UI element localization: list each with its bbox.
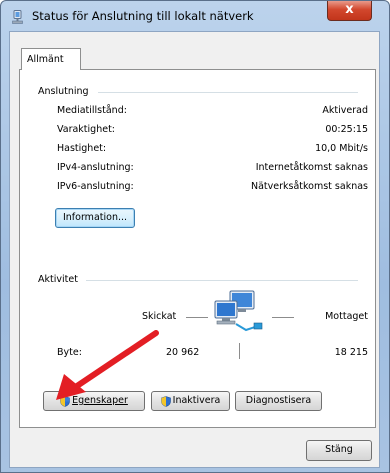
tab-general[interactable]: Allmänt bbox=[21, 48, 81, 70]
ipv6-label: IPv6-anslutning: bbox=[57, 181, 134, 192]
duration-value: 00:25:15 bbox=[325, 124, 368, 135]
speed-value: 10,0 Mbit/s bbox=[315, 143, 368, 154]
received-label: Mottaget bbox=[325, 311, 368, 322]
sent-connector-line bbox=[186, 317, 208, 318]
close-button[interactable]: Stäng bbox=[306, 440, 372, 461]
disable-button-label: Inaktivera bbox=[172, 395, 221, 406]
disable-button[interactable]: Inaktivera bbox=[151, 391, 230, 411]
speed-label: Hastighet: bbox=[57, 143, 107, 154]
close-button-label: Stäng bbox=[325, 444, 353, 455]
media-state-value: Aktiverad bbox=[322, 105, 368, 116]
annotation-arrow bbox=[56, 330, 159, 400]
title-bar[interactable]: Status för Anslutning till lokalt nätver… bbox=[1, 1, 389, 31]
ipv4-value: Internetåtkomst saknas bbox=[255, 162, 368, 173]
close-icon: x bbox=[345, 2, 354, 17]
activity-group-title: Aktivitet bbox=[38, 274, 78, 285]
bytes-divider bbox=[239, 343, 240, 359]
received-connector-line bbox=[272, 317, 294, 318]
diagnose-button[interactable]: Diagnostisera bbox=[235, 391, 322, 411]
tab-general-label: Allmänt bbox=[27, 54, 64, 65]
uac-shield-icon bbox=[160, 395, 171, 407]
media-state-label: Mediatillstånd: bbox=[57, 105, 127, 116]
sent-label: Skickat bbox=[142, 311, 177, 322]
network-icon bbox=[12, 10, 23, 24]
details-button[interactable]: Information... bbox=[55, 208, 135, 228]
connection-group-divider bbox=[98, 92, 358, 93]
connection-group-title: Anslutning bbox=[38, 86, 89, 97]
details-button-label: Information... bbox=[62, 212, 128, 223]
diagnose-button-label: Diagnostisera bbox=[245, 395, 312, 406]
close-window-button[interactable]: x bbox=[327, 1, 372, 21]
window-title: Status för Anslutning till lokalt nätver… bbox=[32, 9, 254, 23]
bytes-received-value: 18 215 bbox=[334, 347, 368, 358]
ipv4-label: IPv4-anslutning: bbox=[57, 162, 134, 173]
duration-label: Varaktighet: bbox=[57, 124, 115, 135]
activity-group-divider bbox=[86, 280, 358, 281]
network-computers-icon bbox=[214, 290, 263, 332]
ipv6-value: Nätverksåtkomst saknas bbox=[250, 181, 368, 192]
bytes-sent-value: 20 962 bbox=[166, 347, 200, 358]
